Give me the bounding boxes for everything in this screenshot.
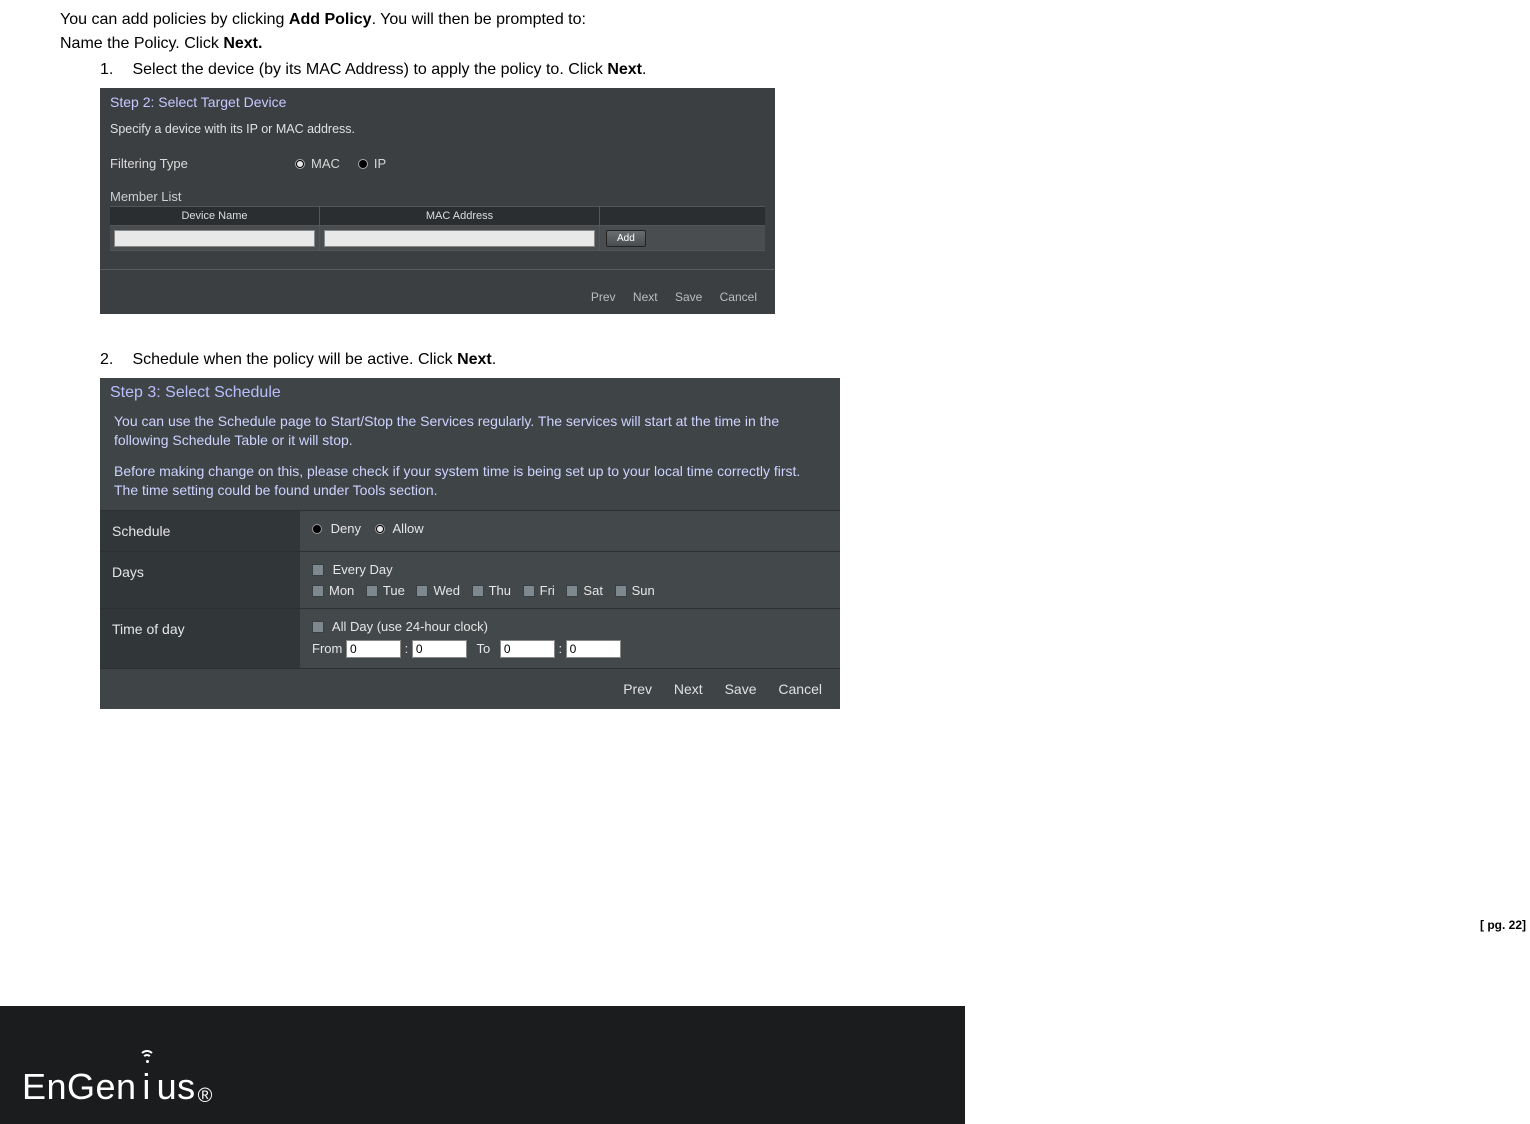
all-day-label: All Day (use 24-hour clock) bbox=[332, 619, 488, 634]
table-row: Add bbox=[110, 226, 765, 251]
prev-button[interactable]: Prev bbox=[591, 290, 616, 304]
intro-line-1: You can add policies by clicking Add Pol… bbox=[60, 8, 1000, 32]
day-label: Mon bbox=[329, 583, 354, 598]
checkbox-fri[interactable] bbox=[523, 585, 535, 597]
day-label: Fri bbox=[540, 583, 555, 598]
text: Schedule when the policy will be active.… bbox=[132, 351, 457, 368]
save-button[interactable]: Save bbox=[725, 681, 757, 697]
days-label: Days bbox=[100, 552, 300, 608]
add-button[interactable]: Add bbox=[606, 230, 646, 247]
radio-deny[interactable] bbox=[312, 524, 322, 534]
day-label: Thu bbox=[489, 583, 511, 598]
th-mac-address: MAC Address bbox=[320, 207, 600, 225]
text: . bbox=[642, 61, 646, 78]
radio-ip-label: IP bbox=[374, 156, 386, 171]
engenius-logo: EnGen i us ® bbox=[22, 1066, 213, 1108]
screenshot-step2: Step 2: Select Target Device Specify a d… bbox=[100, 88, 775, 314]
radio-mac-label: MAC bbox=[311, 156, 340, 171]
text: . bbox=[492, 351, 496, 368]
to-label: To bbox=[476, 641, 490, 656]
next-button[interactable]: Next bbox=[633, 290, 658, 304]
save-button[interactable]: Save bbox=[675, 290, 702, 304]
cancel-button[interactable]: Cancel bbox=[720, 290, 757, 304]
from-label: From bbox=[312, 641, 342, 656]
member-list-label: Member List bbox=[100, 189, 775, 204]
step3-para1: You can use the Schedule page to Start/S… bbox=[100, 410, 840, 460]
registered-icon: ® bbox=[198, 1085, 213, 1108]
colon: : bbox=[558, 641, 565, 656]
checkbox-sun[interactable] bbox=[615, 585, 627, 597]
next-bold: Next bbox=[607, 61, 642, 78]
next-bold: Next bbox=[457, 351, 492, 368]
allow-label: Allow bbox=[393, 521, 424, 536]
logo-part1: EnGen bbox=[22, 1066, 137, 1108]
time-of-day-label: Time of day bbox=[100, 609, 300, 668]
checkbox-tue[interactable] bbox=[366, 585, 378, 597]
checkbox-every-day[interactable] bbox=[312, 564, 324, 576]
day-label: Sun bbox=[632, 583, 655, 598]
prev-button[interactable]: Prev bbox=[623, 681, 652, 697]
list-number: 2. bbox=[100, 348, 128, 372]
th-device-name: Device Name bbox=[110, 207, 320, 225]
step3-title: Step 3: Select Schedule bbox=[100, 378, 840, 410]
day-label: Sat bbox=[583, 583, 603, 598]
next-button[interactable]: Next bbox=[674, 681, 703, 697]
from-hour-input[interactable] bbox=[346, 640, 401, 658]
logo-part2: i bbox=[142, 1066, 151, 1107]
step2-subtitle: Specify a device with its IP or MAC addr… bbox=[100, 120, 775, 150]
checkbox-wed[interactable] bbox=[416, 585, 428, 597]
filtering-type-label: Filtering Type bbox=[110, 156, 295, 171]
device-name-input[interactable] bbox=[114, 230, 315, 247]
step3-nav: Prev Next Save Cancel bbox=[100, 668, 840, 709]
day-label: Wed bbox=[433, 583, 460, 598]
screenshot-step3: Step 3: Select Schedule You can use the … bbox=[100, 378, 840, 709]
every-day-label: Every Day bbox=[333, 562, 393, 577]
page-number: [ pg. 22] bbox=[1480, 918, 1526, 932]
list-number: 1. bbox=[100, 58, 128, 82]
cancel-button[interactable]: Cancel bbox=[778, 681, 822, 697]
list-item-2: 2. Schedule when the policy will be acti… bbox=[60, 348, 1000, 372]
checkbox-mon[interactable] bbox=[312, 585, 324, 597]
member-list-table: Device Name MAC Address Add bbox=[110, 206, 765, 251]
step3-para2: Before making change on this, please che… bbox=[100, 460, 840, 510]
from-min-input[interactable] bbox=[412, 640, 467, 658]
checkbox-thu[interactable] bbox=[472, 585, 484, 597]
to-min-input[interactable] bbox=[566, 640, 621, 658]
intro-line-2: Name the Policy. Click Next. bbox=[60, 32, 1000, 56]
day-label: Tue bbox=[383, 583, 405, 598]
text: You can add policies by clicking bbox=[60, 11, 289, 28]
checkbox-sat[interactable] bbox=[566, 585, 578, 597]
step2-title: Step 2: Select Target Device bbox=[100, 88, 775, 120]
add-policy-bold: Add Policy bbox=[289, 11, 372, 28]
mac-address-input[interactable] bbox=[324, 230, 595, 247]
next-bold: Next. bbox=[223, 35, 262, 52]
radio-mac[interactable] bbox=[295, 159, 305, 169]
text: Select the device (by its MAC Address) t… bbox=[132, 61, 607, 78]
text: . You will then be prompted to: bbox=[372, 11, 586, 28]
radio-allow[interactable] bbox=[375, 524, 385, 534]
colon: : bbox=[405, 641, 412, 656]
text: Name the Policy. Click bbox=[60, 35, 223, 52]
filtering-type-row: Filtering Type MAC IP bbox=[100, 150, 775, 185]
deny-label: Deny bbox=[331, 521, 361, 536]
wifi-icon bbox=[139, 1050, 155, 1062]
radio-ip[interactable] bbox=[358, 159, 368, 169]
checkbox-all-day[interactable] bbox=[312, 621, 324, 633]
step2-nav: Prev Next Save Cancel bbox=[100, 269, 775, 310]
logo-part3: us bbox=[157, 1066, 196, 1108]
schedule-label: Schedule bbox=[100, 511, 300, 551]
to-hour-input[interactable] bbox=[500, 640, 555, 658]
list-item-1: 1. Select the device (by its MAC Address… bbox=[60, 58, 1000, 82]
